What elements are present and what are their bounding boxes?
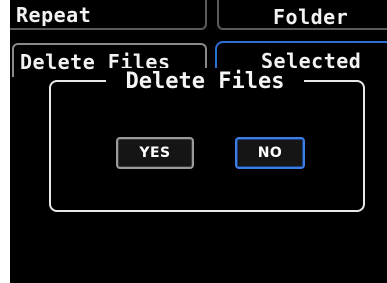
yes-button-label: YES xyxy=(139,145,171,161)
yes-button[interactable]: YES xyxy=(116,137,194,169)
menu-value-folder-label: Folder xyxy=(273,5,349,29)
no-button[interactable]: NO xyxy=(235,137,305,169)
menu-item-repeat[interactable]: Repeat xyxy=(10,0,207,30)
delete-files-dialog xyxy=(49,80,365,212)
device-screen: Repeat Folder Delete Files Selected Dele… xyxy=(10,0,387,283)
menu-value-folder[interactable]: Folder xyxy=(217,0,387,30)
no-button-label: NO xyxy=(257,145,283,161)
dialog-title: Delete Files xyxy=(106,68,304,96)
menu-item-repeat-label: Repeat xyxy=(16,3,92,27)
